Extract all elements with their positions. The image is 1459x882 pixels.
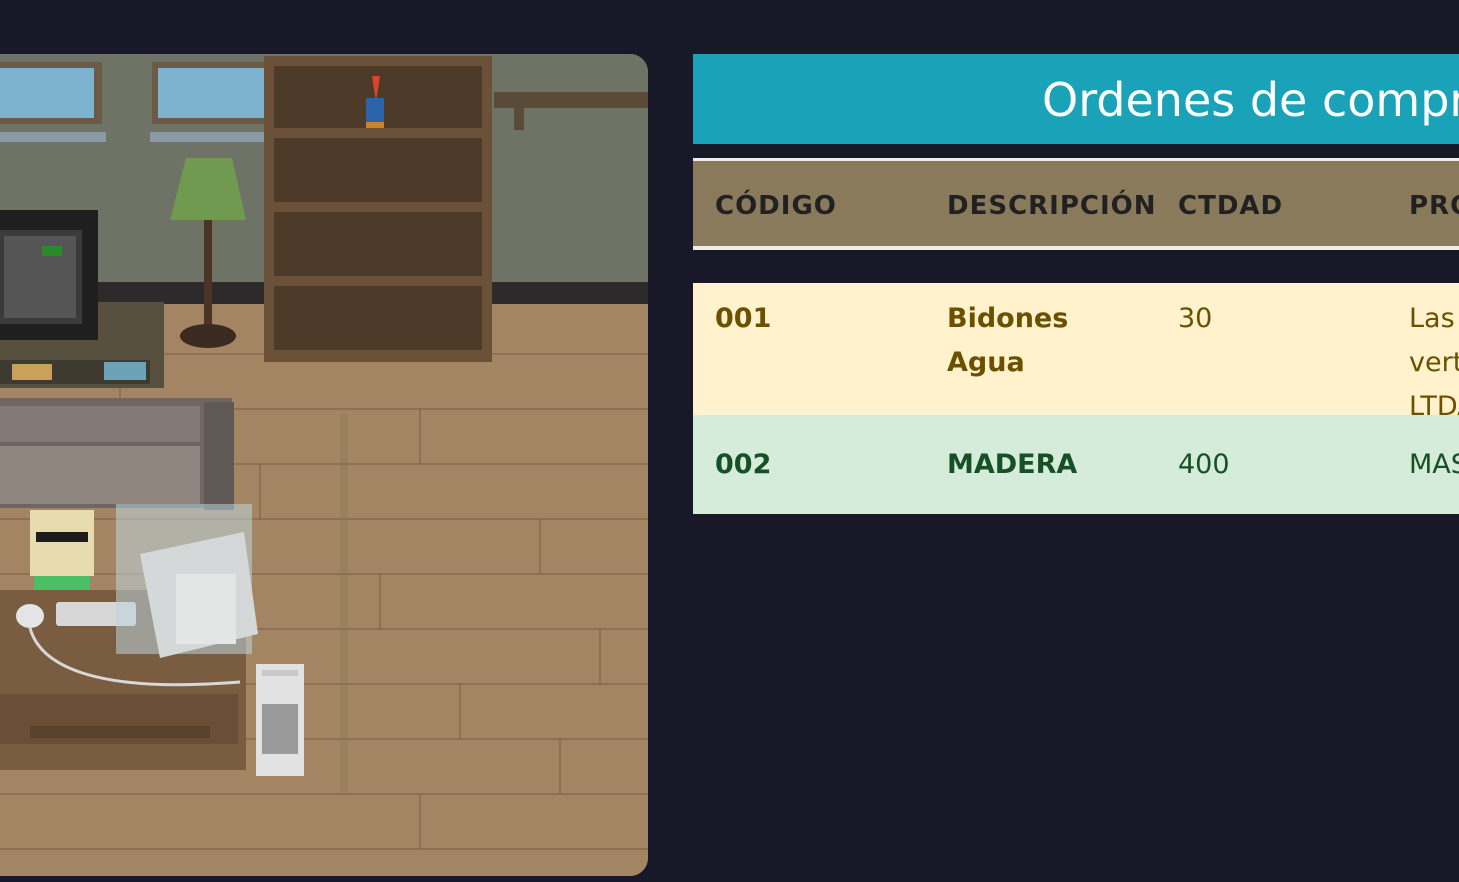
column-header-descripcion: DESCRIPCIÓN [947,191,1157,221]
page-title: Ordenes de compra [1042,73,1459,127]
cell-descripcion: MADERA [947,449,1078,480]
bookshelf-icon [264,56,492,362]
column-header-ctdad: CTDAD [1178,191,1284,221]
table-header-row: CÓDIGO DESCRIPCIÓN CTDAD PROVEEDOR [693,158,1459,250]
column-header-codigo: CÓDIGO [715,191,837,221]
computer-monitor-icon [116,504,258,658]
crt-tv-icon [0,210,98,340]
cell-descripcion: Bidones Agua [947,303,1069,378]
cell-codigo: 002 [715,449,772,480]
cell-ctdad: 30 [1178,303,1213,334]
cell-codigo: 001 [715,303,772,334]
title-bar: Ordenes de compra [693,54,1459,144]
pc-tower-icon [256,664,304,776]
pixel-room-scene [0,54,648,876]
column-header-proveedor: PROVEEDOR [1409,191,1459,221]
cell-ctdad: 400 [1178,449,1230,480]
cell-proveedor: Las vertientes LTDA [1409,303,1459,422]
purchase-orders-panel: Ordenes de compra CÓDIGO DESCRIPCIÓN CTD… [693,54,1459,514]
table-row[interactable]: 002 MADERA 400 MASISA [693,415,1459,514]
sofa-icon [0,398,234,510]
mouse-icon [16,604,44,628]
cell-proveedor: MASISA [1409,449,1459,480]
character-icon [30,510,94,604]
table-row[interactable]: 001 Bidones Agua 30 Las vertientes LTDA [693,283,1459,422]
